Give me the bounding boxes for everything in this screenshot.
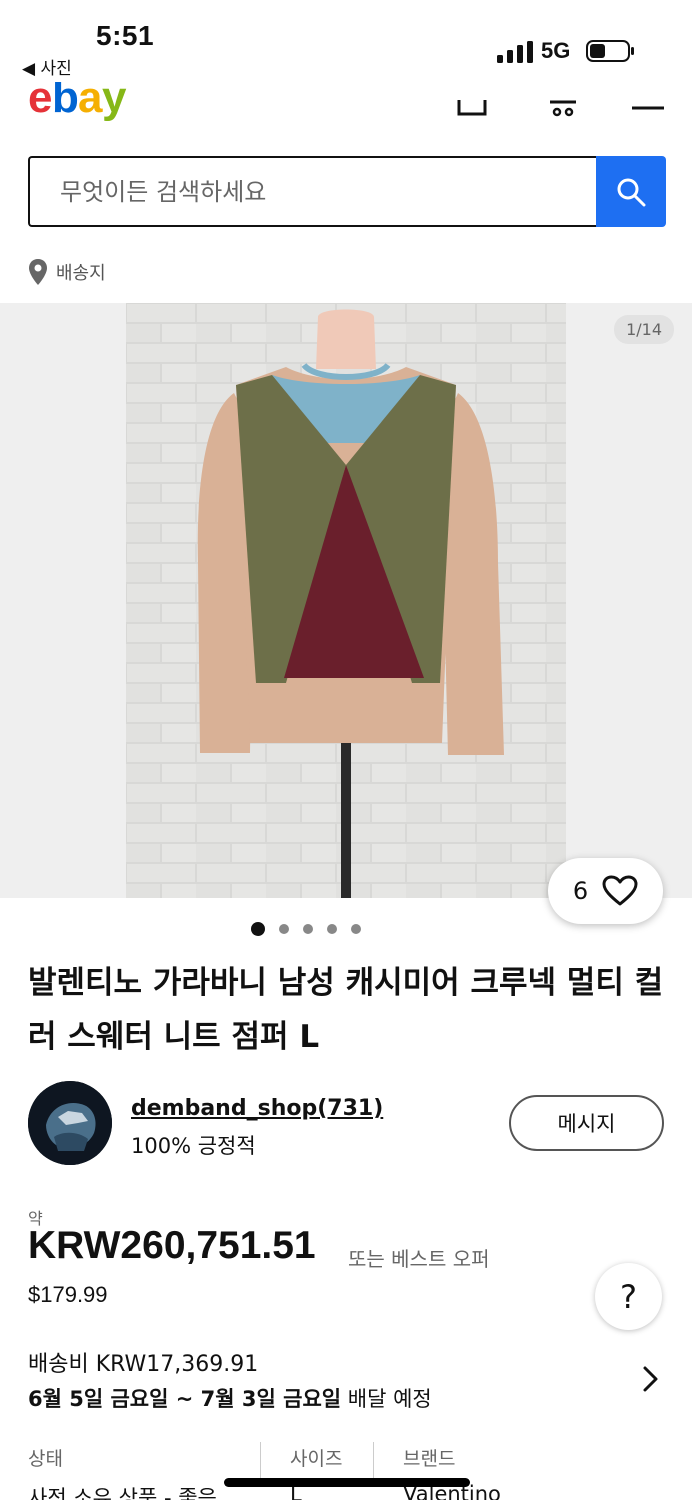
seller-name-link[interactable]: demband_shop(731) xyxy=(131,1096,383,1121)
image-counter: 1/14 xyxy=(614,315,674,344)
spec-header-brand: 브랜드 xyxy=(403,1448,456,1470)
delivery-estimate: 6월 5일 금요일 ~ 7월 3일 금요일 배달 예정 xyxy=(28,1383,432,1413)
home-indicator[interactable] xyxy=(224,1478,470,1487)
spec-divider xyxy=(373,1442,374,1482)
notification-bell-icon[interactable] xyxy=(455,98,489,120)
search-button[interactable] xyxy=(596,156,666,227)
shipping-cost: 배송비 KRW17,369.91 xyxy=(28,1352,259,1377)
spec-divider xyxy=(260,1442,261,1482)
product-photo[interactable] xyxy=(126,303,566,898)
best-offer-label: 또는 베스트 오퍼 xyxy=(348,1247,490,1271)
svg-text:y: y xyxy=(102,82,127,122)
ship-to-label: 배송지 xyxy=(56,263,106,284)
seller-rating: 100% 긍정적 xyxy=(131,1134,256,1158)
carousel-dot[interactable] xyxy=(303,924,313,934)
svg-text:b: b xyxy=(52,82,79,122)
product-title: 발렌티노 가라바니 남성 캐시미어 크루넥 멀티 컬러 스웨터 니트 점퍼 L xyxy=(28,965,664,1055)
delivery-end-date: 7월 3일 금요일 xyxy=(200,1387,342,1411)
ship-to-selector[interactable]: 배송지 xyxy=(28,258,106,286)
menu-icon[interactable] xyxy=(632,98,664,120)
chevron-right-icon[interactable] xyxy=(640,1364,662,1394)
help-button[interactable]: ? xyxy=(595,1263,662,1330)
delivery-date-separator: ~ xyxy=(168,1387,201,1411)
carousel-dot[interactable] xyxy=(327,924,337,934)
spec-value-condition: 사전 소유 상품 - 좋음 xyxy=(28,1486,217,1500)
carousel-dot[interactable] xyxy=(351,924,361,934)
back-to-app-link[interactable]: ◀ 사진 xyxy=(22,54,72,79)
price-usd: $179.99 xyxy=(28,1282,108,1307)
watch-count: 6 xyxy=(572,877,589,905)
watch-button[interactable]: 6 xyxy=(548,858,663,924)
price-krw: KRW260,751.51 xyxy=(28,1224,316,1267)
spec-header-size: 사이즈 xyxy=(290,1448,343,1470)
delivery-start-date: 6월 5일 금요일 xyxy=(28,1387,169,1411)
search-bar xyxy=(28,156,596,227)
carousel-dot[interactable] xyxy=(279,924,289,934)
delivery-suffix: 배달 예정 xyxy=(341,1387,432,1411)
spec-header-condition: 상태 xyxy=(28,1448,63,1470)
search-icon xyxy=(617,178,646,206)
search-input[interactable] xyxy=(60,158,580,225)
carousel-dot[interactable] xyxy=(251,922,265,936)
product-gallery[interactable]: 1/14 xyxy=(0,303,692,898)
cart-icon[interactable] xyxy=(548,98,578,120)
carousel-dots[interactable] xyxy=(0,922,652,936)
svg-text:a: a xyxy=(78,82,103,122)
network-type: 5G xyxy=(541,38,571,63)
location-pin-icon xyxy=(29,259,47,285)
status-time: 5:51 xyxy=(96,20,155,51)
cellular-signal-icon xyxy=(497,41,533,63)
heart-icon xyxy=(602,875,638,906)
battery-icon xyxy=(586,40,634,62)
message-seller-button[interactable]: 메시지 xyxy=(509,1095,664,1151)
ebay-logo[interactable]: e b a y xyxy=(28,82,138,122)
seller-avatar[interactable] xyxy=(28,1081,112,1165)
svg-text:e: e xyxy=(28,82,52,122)
status-bar: 5:51 ◀ 사진 5G xyxy=(0,0,692,90)
